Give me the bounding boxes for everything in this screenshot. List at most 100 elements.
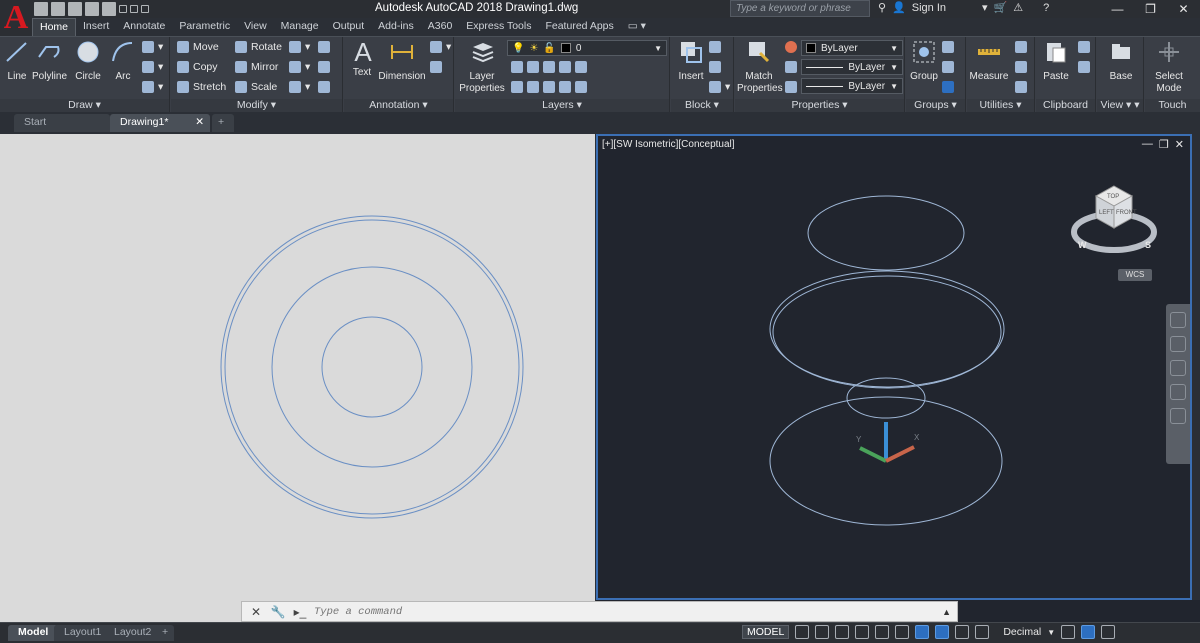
units-chevron-down-icon[interactable]: ▼ xyxy=(1047,628,1055,637)
draw-panel-title[interactable]: Draw ▾ xyxy=(0,99,169,113)
middle-circle[interactable] xyxy=(271,266,473,468)
object-snap-tracking-icon[interactable] xyxy=(895,625,910,639)
linetype-icon[interactable] xyxy=(785,61,797,73)
tab-home[interactable]: Home xyxy=(32,18,77,36)
lineweight-dropdown[interactable]: ByLayer ▼ xyxy=(801,78,903,94)
touch-panel-title[interactable]: Touch xyxy=(1145,99,1200,113)
tab-model[interactable]: Model xyxy=(8,625,59,641)
orbit-icon[interactable] xyxy=(1170,384,1186,400)
customize-qat-icon[interactable] xyxy=(141,5,149,13)
tab-manage[interactable]: Manage xyxy=(274,18,326,36)
dimension-tool[interactable]: Dimension xyxy=(378,39,426,83)
maximize-icon[interactable]: ❐ xyxy=(1134,0,1167,18)
object-snap-icon[interactable] xyxy=(915,625,930,639)
rectangle-icon[interactable]: ▾ xyxy=(142,41,163,53)
group-tool[interactable]: Group xyxy=(908,39,940,83)
stretch-tool[interactable]: Stretch xyxy=(177,81,226,93)
pan-icon[interactable] xyxy=(1170,336,1186,352)
color-wheel-icon[interactable] xyxy=(785,41,797,53)
open-icon[interactable] xyxy=(51,2,65,16)
block-attributes-icon[interactable]: ▾ xyxy=(709,81,730,93)
command-history-icon[interactable]: ▲ xyxy=(942,607,951,617)
steering-wheel-icon[interactable] xyxy=(1170,312,1186,328)
clipboard-panel-title[interactable]: Clipboard xyxy=(1036,99,1095,113)
showmotion-icon[interactable] xyxy=(1170,408,1186,424)
rotate-tool[interactable]: Rotate xyxy=(235,41,282,53)
sign-in-link[interactable]: Sign In xyxy=(912,2,946,14)
customize-icon[interactable] xyxy=(1101,625,1116,639)
ribbon-toggle-icon[interactable]: ▭ ▾ xyxy=(621,18,653,36)
application-menu-button[interactable]: A xyxy=(0,0,32,36)
tab-parametric[interactable]: Parametric xyxy=(172,18,237,36)
undo-icon[interactable] xyxy=(119,5,127,13)
groups-panel-title[interactable]: Groups ▾ xyxy=(906,99,965,113)
arc-tool[interactable]: Arc xyxy=(110,39,136,83)
add-icon[interactable] xyxy=(975,625,990,639)
color-dropdown[interactable]: ByLayer ▼ xyxy=(801,40,903,56)
insert-tool[interactable]: Insert xyxy=(675,39,707,83)
layer-tools-row-2[interactable] xyxy=(511,81,587,93)
properties-panel-title[interactable]: Properties ▾ xyxy=(735,99,904,113)
ungroup-icon[interactable] xyxy=(942,41,954,53)
layer-properties-tool[interactable]: Layer Properties xyxy=(459,39,505,95)
isolate-objects-icon[interactable] xyxy=(1081,625,1096,639)
tab-start[interactable]: Start xyxy=(14,114,110,132)
top-ellipse[interactable] xyxy=(807,195,965,271)
outer-circle-1[interactable] xyxy=(220,215,524,519)
annotation-scale-icon[interactable] xyxy=(935,625,950,639)
move-tool[interactable]: Move xyxy=(177,41,219,53)
tab-layout2[interactable]: Layout2 xyxy=(104,625,162,641)
calculator-icon[interactable] xyxy=(1015,81,1027,93)
tab-output[interactable]: Output xyxy=(326,18,372,36)
command-input[interactable] xyxy=(314,605,914,618)
save-as-icon[interactable] xyxy=(85,2,99,16)
boundary-icon[interactable]: ▾ xyxy=(142,81,163,93)
copy-clip-icon[interactable] xyxy=(1078,61,1090,73)
text-tool[interactable]: A Text xyxy=(350,39,374,79)
table-icon[interactable] xyxy=(430,61,442,73)
point-icon[interactable] xyxy=(1015,61,1027,73)
layer-tools-row-1[interactable] xyxy=(511,61,587,73)
snap-icon[interactable] xyxy=(815,625,830,639)
close-icon[interactable]: ✕ xyxy=(1167,0,1200,18)
wrench-icon[interactable]: 🔧 xyxy=(270,604,286,620)
cart-icon[interactable]: 🛒 xyxy=(994,1,1008,14)
plot-icon[interactable] xyxy=(102,2,116,16)
outer-circle-2[interactable] xyxy=(224,219,520,515)
lineweight-icon[interactable] xyxy=(785,81,797,93)
view-panel-title[interactable]: View ▾ ▾ xyxy=(1097,99,1143,113)
tab-annotate[interactable]: Annotate xyxy=(116,18,172,36)
search-input[interactable]: Type a keyword or phrase xyxy=(730,0,870,17)
redo-icon[interactable] xyxy=(130,5,138,13)
tab-a360[interactable]: A360 xyxy=(421,18,460,36)
inner-circle[interactable] xyxy=(321,316,423,418)
viewport-sw-isometric[interactable]: [+][SW Isometric][Conceptual] — ❐ ✕ Y X … xyxy=(596,134,1192,600)
block-panel-title[interactable]: Block ▾ xyxy=(671,99,733,113)
line-tool[interactable]: Line xyxy=(4,39,30,83)
small-ellipse[interactable] xyxy=(846,377,926,419)
new-icon[interactable] xyxy=(34,2,48,16)
polyline-tool[interactable]: Polyline xyxy=(32,39,67,83)
wcs-menu[interactable]: WCS xyxy=(1118,269,1152,281)
binoculars-icon[interactable]: ⚲ xyxy=(878,1,886,14)
grid-icon[interactable] xyxy=(795,625,810,639)
save-icon[interactable] xyxy=(68,2,82,16)
minimize-icon[interactable]: — xyxy=(1101,0,1134,18)
modify-panel-title[interactable]: Modify ▾ xyxy=(171,99,342,113)
tab-view[interactable]: View xyxy=(237,18,274,36)
linetype-dropdown[interactable]: ByLayer ▼ xyxy=(801,59,903,75)
measure-tool[interactable]: Measure xyxy=(969,39,1009,83)
tab-express-tools[interactable]: Express Tools xyxy=(459,18,538,36)
base-view-tool[interactable]: Base xyxy=(1105,39,1137,83)
mirror-tool[interactable]: Mirror xyxy=(235,61,278,73)
new-tab-plus-icon[interactable]: + xyxy=(212,114,234,132)
fillet-icon[interactable]: ▾ xyxy=(289,61,331,73)
viewport-top[interactable] xyxy=(0,134,595,622)
paste-tool[interactable]: Paste xyxy=(1038,39,1074,83)
array-icon[interactable]: ▾ xyxy=(289,81,331,93)
hatch-icon[interactable]: ▾ xyxy=(142,61,163,73)
help-icon[interactable]: ? xyxy=(1043,2,1049,14)
close-command-icon[interactable]: ✕ xyxy=(248,604,264,620)
workspace-gear-icon[interactable] xyxy=(955,625,970,639)
group-selection-icon[interactable] xyxy=(942,81,954,93)
